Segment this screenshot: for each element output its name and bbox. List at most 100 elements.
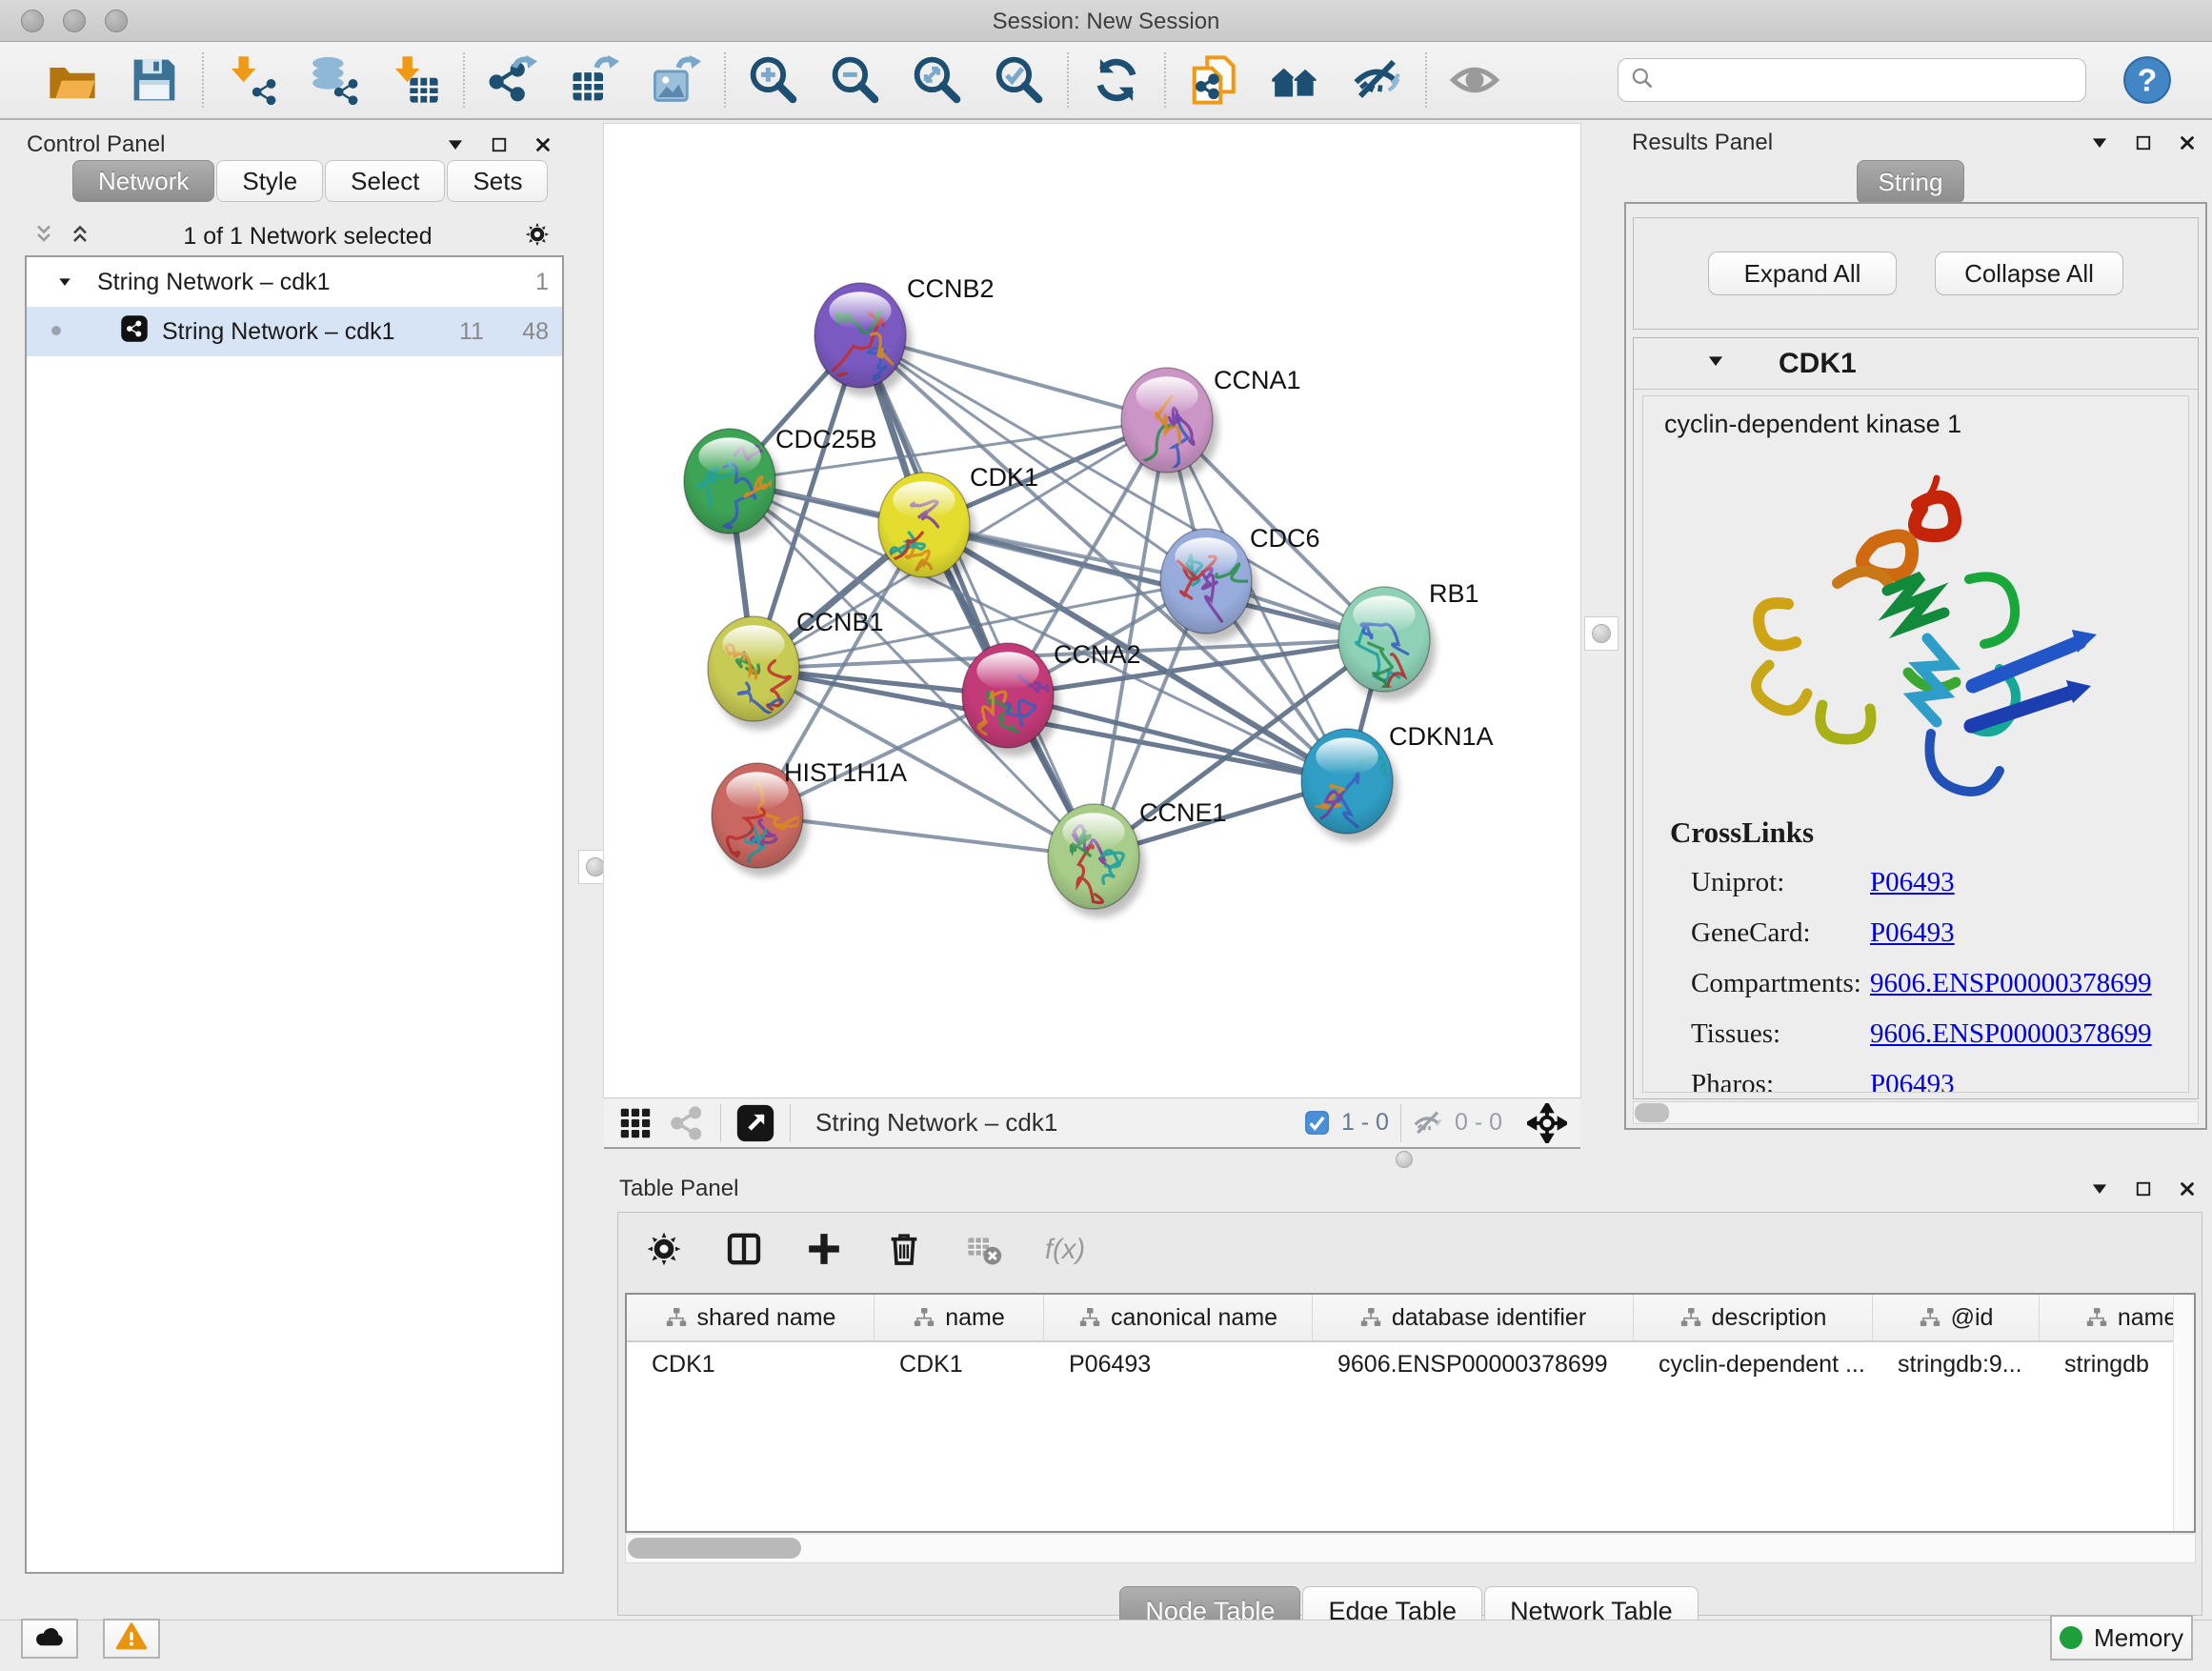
zoom-out-button[interactable]	[829, 53, 882, 107]
fx-button[interactable]: f(x)	[1043, 1228, 1085, 1270]
network-node-CDK1[interactable]	[878, 473, 975, 589]
column-header-description[interactable]: description	[1634, 1295, 1873, 1340]
table-cell[interactable]: P06493	[1044, 1342, 1313, 1387]
selected-checkbox-icon[interactable]	[1304, 1110, 1330, 1136]
attribute-icon	[913, 1306, 935, 1329]
column-header-name[interactable]: name	[875, 1295, 1044, 1340]
memory-button[interactable]: Memory	[2050, 1615, 2193, 1661]
toolbar-group	[465, 53, 724, 107]
hide-unselected-button[interactable]	[1351, 53, 1404, 107]
right-splitter-handle[interactable]	[1584, 616, 1619, 651]
expand-tree-icon[interactable]	[32, 223, 55, 251]
close-panel-icon[interactable]	[2178, 133, 2197, 152]
table-vscrollbar[interactable]	[2173, 1295, 2194, 1531]
column-header-shared-name[interactable]: shared name	[627, 1295, 875, 1340]
export-network-button[interactable]	[486, 53, 539, 107]
crosslink-link[interactable]: P06493	[1870, 867, 1955, 898]
toolbar-group	[1427, 53, 1522, 107]
entry-collapse-icon[interactable]	[1706, 352, 1725, 375]
collapse-panel-icon[interactable]	[446, 135, 465, 154]
grid-view-icon[interactable]	[617, 1105, 654, 1141]
column-header-database-identifier[interactable]: database identifier	[1313, 1295, 1634, 1340]
node-label-RB1: RB1	[1429, 579, 1479, 608]
help-button[interactable]: ?	[2121, 53, 2174, 107]
save-button[interactable]	[128, 53, 181, 107]
float-panel-icon[interactable]	[490, 135, 509, 154]
network-node-CCNA2[interactable]	[962, 643, 1064, 756]
expand-all-button[interactable]: Expand All	[1708, 252, 1897, 295]
column-header--id[interactable]: @id	[1873, 1295, 2040, 1340]
delete-button[interactable]	[883, 1228, 925, 1270]
tab-network[interactable]: Network	[72, 160, 214, 202]
gene-entry-header[interactable]: CDK1	[1634, 338, 2198, 390]
gear-icon[interactable]	[524, 221, 551, 252]
table-cell[interactable]: stringdb:9...	[1873, 1342, 2040, 1387]
search-box[interactable]	[1618, 58, 2086, 102]
columns-button[interactable]	[723, 1228, 765, 1270]
tab-style[interactable]: Style	[216, 160, 323, 202]
cloud-button[interactable]	[21, 1619, 78, 1659]
zoom-in-button[interactable]	[747, 53, 800, 107]
network-node-CDC25B[interactable]	[684, 429, 781, 542]
crosslink-link[interactable]: P06493	[1870, 1069, 1955, 1093]
float-panel-icon[interactable]	[2134, 1179, 2153, 1198]
table-header-row: shared namenamecanonical namedatabase id…	[627, 1295, 2194, 1342]
collapse-all-button[interactable]: Collapse All	[1935, 252, 2123, 295]
network-canvas[interactable]: CCNB2CCNA1CDC25BCDK1CDC6RB1CCNB1CCNA2CDK…	[604, 124, 1580, 1097]
table-cell[interactable]: 9606.ENSP00000378699	[1313, 1342, 1634, 1387]
network-selection-summary: 1 of 1 Network selected	[105, 223, 511, 251]
table-hscrollbar[interactable]	[625, 1535, 2196, 1563]
network-collection-row[interactable]: String Network – cdk1 1	[27, 257, 562, 307]
import-database-button[interactable]	[307, 53, 360, 107]
tab-sets[interactable]: Sets	[447, 160, 548, 202]
collapse-tree-icon[interactable]	[69, 223, 91, 251]
gear-button[interactable]	[643, 1228, 685, 1270]
zoom-selected-button[interactable]	[993, 53, 1046, 107]
svg-text:?: ?	[2138, 63, 2158, 98]
zoom-fit-button[interactable]	[911, 53, 964, 107]
warning-button[interactable]	[103, 1619, 160, 1659]
crosslink-link[interactable]: P06493	[1870, 917, 1955, 949]
network-node-RB1[interactable]	[1338, 587, 1436, 700]
crosshair-icon[interactable]	[1527, 1103, 1567, 1143]
birdseye-view-icon[interactable]	[736, 1104, 774, 1142]
first-neighbors-button[interactable]	[1269, 53, 1322, 107]
network-node-CCNB2[interactable]	[814, 283, 912, 396]
float-panel-icon[interactable]	[2134, 133, 2153, 152]
collapse-panel-icon[interactable]	[2090, 133, 2109, 152]
table-cell[interactable]: CDK1	[875, 1342, 1044, 1387]
network-row[interactable]: String Network – cdk1 11 48	[27, 307, 562, 356]
hidden-eye-icon[interactable]	[1413, 1108, 1443, 1138]
crosslink-row: Tissues:9606.ENSP00000378699	[1691, 1009, 2179, 1059]
string-import-button[interactable]	[1187, 53, 1240, 107]
collapse-panel-icon[interactable]	[2090, 1179, 2109, 1198]
show-all-eye-button[interactable]	[1448, 53, 1501, 107]
import-network-button[interactable]	[225, 53, 278, 107]
crosslink-label: GeneCard:	[1691, 917, 1870, 949]
network-node-CDKN1A[interactable]	[1301, 729, 1398, 842]
refresh-button[interactable]	[1090, 53, 1143, 107]
table-row[interactable]: CDK1CDK1P064939606.ENSP00000378699cyclin…	[627, 1342, 2194, 1387]
export-table-button[interactable]	[568, 53, 621, 107]
search-input[interactable]	[1662, 67, 2074, 93]
collection-collapse-icon[interactable]	[57, 269, 72, 296]
node-label-CDKN1A: CDKN1A	[1389, 722, 1494, 751]
results-hscrollbar[interactable]	[1633, 1101, 2199, 1124]
close-panel-icon[interactable]	[533, 135, 553, 154]
table-cell[interactable]: cyclin-dependent ...	[1634, 1342, 1873, 1387]
close-panel-icon[interactable]	[2178, 1179, 2197, 1198]
tab-select[interactable]: Select	[325, 160, 445, 202]
export-image-button[interactable]	[650, 53, 703, 107]
open-folder-button[interactable]	[46, 53, 99, 107]
import-table-button[interactable]	[389, 53, 442, 107]
network-node-CCNA1[interactable]	[1121, 368, 1218, 501]
column-header-canonical-name[interactable]: canonical name	[1044, 1295, 1313, 1340]
crosslink-link[interactable]: 9606.ENSP00000378699	[1870, 1018, 2152, 1050]
delete-table-button[interactable]	[963, 1228, 1005, 1270]
crosslink-link[interactable]: 9606.ENSP00000378699	[1870, 968, 2152, 999]
tab-string[interactable]: String	[1857, 160, 1964, 204]
add-column-button[interactable]	[803, 1228, 845, 1270]
share-view-icon[interactable]	[669, 1105, 705, 1141]
table-cell[interactable]: CDK1	[627, 1342, 875, 1387]
network-node-CCNE1[interactable]	[1048, 804, 1145, 917]
